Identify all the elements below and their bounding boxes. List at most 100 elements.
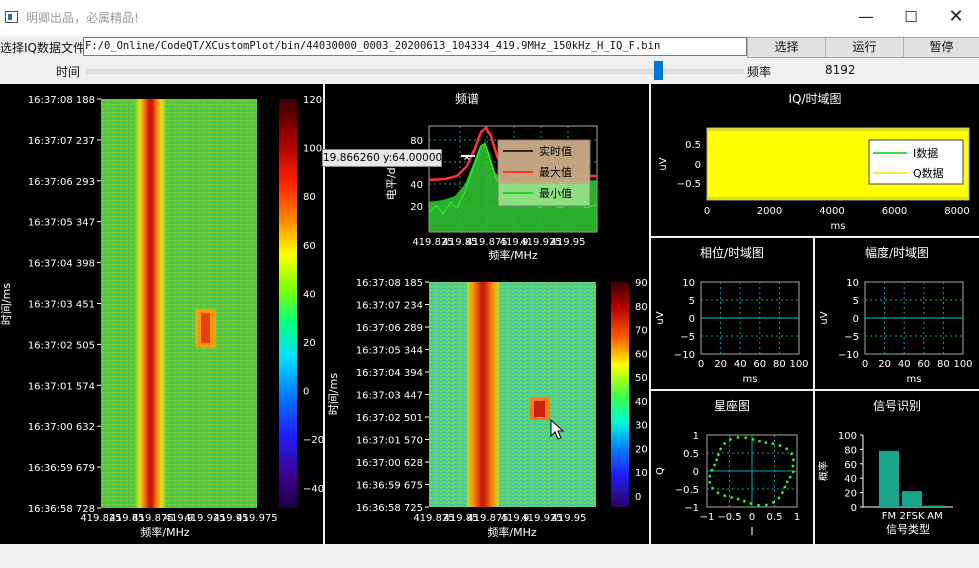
spectrum-tooltip: 19.866260 y:64.000000	[322, 149, 442, 167]
time-slider-thumb[interactable]	[654, 61, 663, 80]
waterfall-large-ytick: 16:37:07 237	[28, 136, 95, 147]
amp_time-xtick: 40	[898, 359, 911, 370]
constellation-point	[744, 436, 748, 440]
colorbar-small-tick: 60	[635, 349, 648, 360]
colorbar-small-tick: 40	[635, 397, 648, 408]
constellation-xtick: −1	[700, 512, 715, 523]
constellation-point	[751, 437, 755, 441]
spectrum-xlabel: 频率/MHz	[488, 248, 537, 262]
file-path-field[interactable]: F:/0_Online/CodeQT/XCustomPlot/bin/44030…	[83, 37, 747, 56]
waterfall-large-ytick: 16:37:03 451	[28, 300, 95, 311]
signal-bar	[902, 491, 922, 507]
phase_time-xtick: 100	[789, 359, 808, 370]
amp_time-xtick: 80	[937, 359, 950, 370]
constellation-point	[710, 468, 714, 472]
waterfall-panel-large: 时间/ms 频率/MHz 16:37:08 188 16:37:07 237 16:…	[0, 84, 323, 544]
constellation-ytick: 1	[693, 431, 699, 442]
colorbar-large-tick: 60	[303, 241, 316, 252]
minimize-button[interactable]: —	[843, 0, 889, 34]
phase_time-ytick: 10	[682, 278, 695, 289]
constellation-point	[723, 442, 726, 445]
iq-xtick: 8000	[944, 206, 969, 217]
constellation-xtick: 0	[749, 512, 755, 523]
constellation-point	[730, 496, 734, 499]
colorbar-large	[279, 99, 297, 508]
legend-min: 最小值	[539, 187, 572, 200]
colorbar-large-tick: −40	[303, 484, 323, 495]
constellation-point	[783, 485, 787, 489]
waterfall-small-field	[429, 282, 596, 507]
signal-id-svg: 100 80 60 40 20 0 FM 2FSK AM 概率信号类型	[817, 431, 953, 536]
constellation-point	[777, 496, 781, 500]
waterfall-large-ylabel: 时间/ms	[0, 283, 13, 325]
amp-time-panel: 幅度/时域图 10 5 0 −5 −10 0 20 40 60 80 100 uV ms	[815, 238, 979, 389]
phase-time-svg: 1050−5−100 20 40 60 80 100uVms	[655, 278, 809, 385]
constellation-point	[729, 437, 732, 441]
close-button[interactable]: ✕	[933, 0, 979, 34]
waterfall-large-ytick: 16:36:59 679	[28, 463, 95, 474]
phase_time-ytick: 0	[689, 314, 695, 325]
phase_time-ytick: −10	[674, 350, 695, 361]
constellation-ytick: 0	[693, 467, 699, 478]
constellation-xlabel: I	[750, 525, 753, 538]
colorbar-small-tick: 20	[635, 444, 648, 455]
amp-time-svg: 1050−5−100 20 40 60 80 100uVms	[819, 278, 973, 385]
iq-time-panel: IQ/时域图 I数据 Q数据 uV ms 0.5 0 −0.5 0 2000 4000 6…	[651, 84, 979, 236]
iq-xtick: 2000	[757, 206, 782, 217]
freq-label: 频率	[747, 65, 772, 79]
iq-xtick: 6000	[882, 206, 907, 217]
waterfall-large-ytick: 16:37:04 398	[28, 259, 95, 270]
colorbar-small-tick: 10	[635, 468, 648, 479]
constellation-point	[713, 463, 716, 467]
constellation-point	[723, 494, 727, 498]
signal-ytick: 20	[844, 489, 857, 500]
amp_time-ytick: 10	[846, 278, 859, 289]
waterfall-large-ytick: 16:37:00 632	[28, 422, 95, 433]
maximize-button[interactable]: ☐	[888, 0, 934, 34]
constellation-point	[717, 453, 720, 457]
waterfall-small-ytick: 16:37:00 628	[356, 458, 423, 469]
signal-xlabel: 信号类型	[886, 522, 930, 536]
phase_time-xtick: 40	[734, 359, 747, 370]
constellation-svg: 10.50−0.5−1−1 −0.5 0 0.5 1QI	[655, 431, 800, 538]
constellation-point	[711, 486, 714, 490]
waterfall-large-ytick: 16:37:05 347	[28, 218, 95, 229]
amp_time-ytick: −5	[844, 332, 859, 343]
constellation-point	[742, 499, 746, 503]
window-title: 明卿出品，必属精品!	[26, 11, 139, 25]
colorbar-large-tick: 40	[303, 289, 316, 300]
signal-category-label: 2FSK	[900, 511, 925, 522]
waterfall-small-ytick: 16:37:02 501	[356, 413, 423, 424]
amp_time-ylabel: uV	[819, 311, 830, 324]
constellation-point	[736, 436, 740, 439]
constellation-point	[790, 452, 793, 456]
constellation-point	[771, 442, 775, 446]
pause-button[interactable]: 暂停	[903, 37, 979, 58]
constellation-point	[719, 447, 723, 451]
waterfall-small-ylabel: 时间/ms	[327, 373, 340, 415]
constellation-panel: 星座图 1 0.5 0 −0.5 −1 −1 −0.5 0 0.5 1 Q I	[651, 391, 813, 544]
constellation-point	[757, 503, 760, 507]
waterfall-small-ytick: 16:37:03 447	[356, 391, 423, 402]
iq-ytick: 0.5	[685, 140, 701, 151]
waterfall-small-ytick: 16:37:04 394	[356, 368, 423, 379]
constellation-point	[708, 474, 712, 478]
select-button[interactable]: 选择	[747, 37, 826, 58]
signal-ytick: 80	[844, 445, 857, 456]
amp_time-xtick: 0	[862, 359, 868, 370]
run-button[interactable]: 运行	[825, 37, 904, 58]
waterfall-small-ytick: 16:36:59 675	[356, 481, 423, 492]
constellation-point	[778, 444, 782, 447]
iq-ytick: 0	[695, 160, 701, 171]
constellation-point	[764, 503, 768, 507]
phase_time-ytick: −5	[680, 332, 695, 343]
waterfall-small-ytick: 16:37:06 289	[356, 323, 423, 334]
time-slider-track[interactable]	[86, 69, 744, 74]
waterfall-small-ytick: 16:37:08 185	[356, 278, 423, 289]
amp_time-xlabel: ms	[907, 374, 922, 385]
constellation-point	[758, 439, 761, 443]
waterfall-large-ytick: 16:37:01 574	[28, 381, 95, 392]
waterfall-large-xtick: 419.975	[236, 513, 277, 524]
signal-bar	[879, 450, 899, 507]
waterfall-small-ytick: 16:37:01 570	[356, 436, 423, 447]
